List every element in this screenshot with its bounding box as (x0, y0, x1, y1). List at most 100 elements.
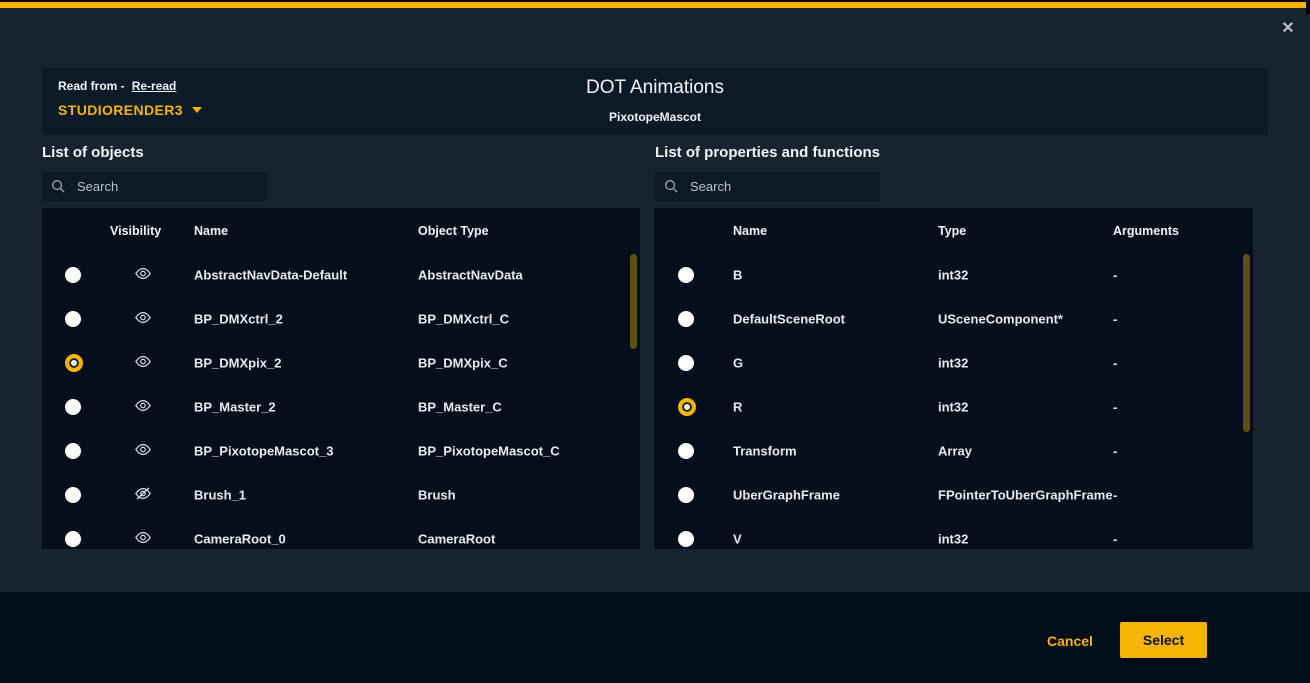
property-name: Transform (733, 444, 797, 459)
row-radio-selected[interactable] (678, 398, 696, 416)
header-bar: Read from - Re-read STUDIORENDER3 DOT An… (42, 68, 1268, 135)
row-radio[interactable] (678, 311, 694, 327)
footer-bar: Cancel Select (0, 592, 1310, 683)
property-name: UberGraphFrame (733, 488, 840, 503)
object-type: BP_DMXctrl_C (418, 312, 509, 327)
row-radio[interactable] (678, 267, 694, 283)
row-radio[interactable] (678, 443, 694, 459)
property-name: R (733, 400, 742, 415)
eye-icon (134, 311, 152, 327)
property-type: int32 (938, 532, 968, 547)
eye-off-icon (134, 487, 152, 503)
property-type: int32 (938, 268, 968, 283)
row-radio[interactable] (678, 487, 694, 503)
objects-panel-heading: List of objects (42, 144, 144, 161)
cancel-button[interactable]: Cancel (1041, 623, 1099, 659)
dialog-title: DOT Animations (42, 77, 1268, 99)
properties-table-header: Name Type Arguments (654, 208, 1253, 253)
row-radio-selected[interactable] (65, 354, 83, 372)
dialog-window: ✕ Read from - Re-read STUDIORENDER3 DOT … (0, 0, 1310, 683)
row-radio[interactable] (65, 443, 81, 459)
close-icon: ✕ (1281, 18, 1294, 38)
object-type: CameraRoot (418, 532, 495, 547)
objects-table-header: Visibility Name Object Type (42, 208, 640, 253)
property-type: int32 (938, 356, 968, 371)
search-icon (664, 179, 679, 194)
column-header-type: Type (938, 224, 966, 238)
properties-panel-heading: List of properties and functions (655, 144, 880, 161)
object-row[interactable]: BP_Master_2 BP_Master_C (42, 385, 640, 429)
properties-table-rows: Bint32 - DefaultSceneRoot USceneComponent* -… (654, 253, 1253, 549)
eye-icon (134, 399, 152, 415)
row-radio[interactable] (65, 311, 81, 327)
property-row[interactable]: Vint32 - (654, 517, 1253, 549)
properties-search-input[interactable] (688, 178, 871, 195)
object-name: BP_PixotopeMascot_3 (194, 444, 333, 459)
object-type: AbstractNavData (418, 268, 523, 283)
column-header-object-type: Object Type (418, 224, 489, 238)
objects-search-box (42, 172, 267, 201)
properties-table: Name Type Arguments Bint32-DefaultSceneR… (654, 208, 1253, 549)
object-name: BP_DMXctrl_2 (194, 312, 283, 327)
property-name: G (733, 356, 743, 371)
column-header-name: Name (194, 224, 228, 238)
eye-icon (134, 355, 152, 371)
accent-top-bar (0, 2, 1306, 8)
select-button[interactable]: Select (1120, 622, 1207, 658)
property-arguments: - (1113, 488, 1117, 503)
property-type: Array (938, 444, 972, 459)
top-right-corner (1306, 2, 1310, 14)
row-radio[interactable] (65, 267, 81, 283)
properties-scrollbar-thumb[interactable] (1243, 254, 1250, 432)
row-radio[interactable] (65, 531, 81, 547)
objects-table: Visibility Name Object Type AbstractNavD… (42, 208, 640, 549)
column-header-name: Name (733, 224, 767, 238)
object-name: AbstractNavData-Default (194, 268, 347, 283)
object-type: BP_PixotopeMascot_C (418, 444, 560, 459)
objects-table-rows: AbstractNavData-Default AbstractNavData BP… (42, 253, 640, 549)
property-arguments: - (1113, 268, 1117, 283)
property-arguments: - (1113, 532, 1117, 547)
object-row[interactable]: Brush_1 Brush (42, 473, 640, 517)
property-arguments: - (1113, 312, 1117, 327)
object-name: CameraRoot_0 (194, 532, 286, 547)
property-row[interactable]: Transform Array - (654, 429, 1253, 473)
object-name: Brush_1 (194, 488, 246, 503)
property-arguments: - (1113, 444, 1117, 459)
property-row[interactable]: Bint32 - (654, 253, 1253, 297)
row-radio[interactable] (65, 487, 81, 503)
property-row[interactable]: DefaultSceneRoot USceneComponent* - (654, 297, 1253, 341)
object-name: BP_Master_2 (194, 400, 276, 415)
property-arguments: - (1113, 400, 1117, 415)
row-radio[interactable] (678, 355, 694, 371)
column-header-visibility: Visibility (110, 224, 161, 238)
property-row[interactable]: UberGraphFrame FPointerToUberGraphFrame- (654, 473, 1253, 517)
objects-scrollbar-thumb[interactable] (630, 254, 637, 349)
row-radio[interactable] (65, 399, 81, 415)
row-radio[interactable] (678, 531, 694, 547)
column-header-arguments: Arguments (1113, 224, 1179, 238)
object-row[interactable]: CameraRoot_0 CameraRoot (42, 517, 640, 549)
eye-icon (134, 267, 152, 283)
property-row[interactable]: Rint32- (654, 385, 1253, 429)
property-type: FPointerToUberGraphFrame (938, 488, 1113, 503)
property-name: B (733, 268, 742, 283)
property-row[interactable]: Gint32 - (654, 341, 1253, 385)
object-row[interactable]: AbstractNavData-Default AbstractNavData (42, 253, 640, 297)
dialog-subtitle: PixotopeMascot (42, 110, 1268, 124)
eye-icon (134, 443, 152, 459)
object-row[interactable]: BP_PixotopeMascot_3 BP_PixotopeMascot_C (42, 429, 640, 473)
object-row[interactable]: BP_DMXctrl_2 BP_DMXctrl_C (42, 297, 640, 341)
object-type: Brush (418, 488, 456, 503)
property-name: DefaultSceneRoot (733, 312, 845, 327)
objects-search-input[interactable] (75, 178, 258, 195)
search-icon (51, 179, 66, 194)
property-type: USceneComponent* (938, 312, 1063, 327)
property-arguments: - (1113, 356, 1117, 371)
close-button[interactable]: ✕ (1276, 16, 1300, 40)
object-row[interactable]: BP_DMXpix_2BP_DMXpix_C (42, 341, 640, 385)
properties-search-box (655, 172, 880, 201)
object-name: BP_DMXpix_2 (194, 356, 281, 371)
property-name: V (733, 532, 742, 547)
object-type: BP_Master_C (418, 400, 502, 415)
